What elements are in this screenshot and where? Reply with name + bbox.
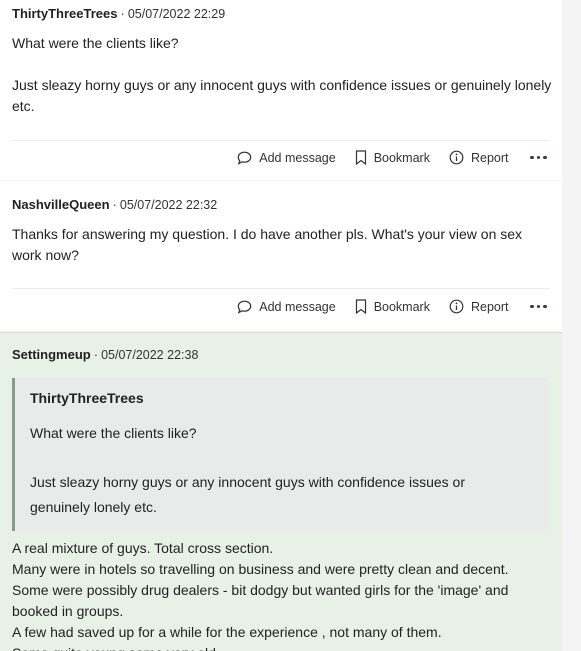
quote-text-line: genuinely lonely etc. — [30, 499, 157, 515]
divider — [12, 140, 550, 141]
bookmark-button[interactable]: Bookmark — [355, 150, 430, 165]
post-author[interactable]: NashvilleQueen — [12, 197, 110, 212]
post-text-line: A few had saved up for a while for the e… — [12, 624, 442, 640]
quote-author: ThirtyThreeTrees — [30, 390, 144, 406]
post-text-line: What were the clients like? — [12, 35, 179, 51]
quote-text-line: What were the clients like? — [30, 425, 197, 441]
report-button[interactable]: Report — [449, 299, 509, 314]
bookmark-icon — [355, 150, 366, 165]
chat-bubble-icon — [237, 151, 252, 165]
post-text-line: A real mixture of guys. Total cross sect… — [12, 540, 274, 556]
quote-text-line: Just sleazy horny guys or any innocent g… — [30, 474, 466, 490]
post-text-line: Some quite young some very old. — [12, 643, 552, 651]
add-message-button[interactable]: Add message — [237, 299, 336, 314]
post-date: 05/07/2022 22:32 — [119, 198, 218, 212]
add-message-button[interactable]: Add message — [237, 150, 336, 165]
post-body: A real mixture of guys. Total cross sect… — [12, 538, 552, 651]
info-circle-icon — [449, 150, 464, 165]
post-text-line: Thanks for answering my question. I do h… — [12, 226, 523, 263]
bookmark-button[interactable]: Bookmark — [355, 299, 430, 314]
report-button[interactable]: Report — [449, 150, 509, 165]
bookmark-icon — [355, 299, 366, 314]
post-author[interactable]: ThirtyThreeTrees — [12, 6, 118, 21]
post-actions: Add message Bookmark Report — [218, 299, 548, 314]
report-label: Report — [470, 150, 509, 165]
post: NashvilleQueen · 05/07/2022 22:32 Thanks f… — [0, 181, 562, 331]
post-date: 05/07/2022 22:29 — [127, 7, 226, 21]
post-meta: NashvilleQueen · 05/07/2022 22:32 — [12, 197, 218, 212]
post-text-line: Some were possibly drug dealers - bit do… — [12, 582, 509, 598]
info-circle-icon — [449, 299, 464, 314]
more-options-icon[interactable] — [529, 155, 549, 160]
add-message-label: Add message — [259, 150, 336, 165]
more-options-icon[interactable] — [529, 304, 549, 309]
scroll-gutter — [562, 0, 581, 651]
bookmark-label: Bookmark — [373, 299, 430, 314]
post-meta: ThirtyThreeTrees · 05/07/2022 22:29 — [12, 6, 226, 21]
post-text-line: Many were in hotels so travelling on bus… — [12, 561, 509, 577]
report-label: Report — [470, 299, 509, 314]
post-text-line: booked in groups. — [12, 603, 124, 619]
post-body: What were the clients like? Just sleazy … — [12, 33, 552, 117]
post-highlighted: Settingmeup · 05/07/2022 22:38 ThirtyThree… — [0, 332, 562, 651]
post-date: 05/07/2022 22:38 — [101, 348, 199, 362]
post-author[interactable]: Settingmeup — [12, 347, 91, 362]
divider — [12, 288, 550, 289]
post: ThirtyThreeTrees · 05/07/2022 22:29 What w… — [0, 0, 562, 180]
bookmark-label: Bookmark — [373, 150, 430, 165]
add-message-label: Add message — [259, 299, 336, 314]
post-meta: Settingmeup · 05/07/2022 22:38 — [12, 347, 199, 362]
post-body: Thanks for answering my question. I do h… — [12, 224, 552, 266]
quoted-message: ThirtyThreeTrees What were the clients l… — [12, 378, 548, 531]
post-text-line: Just sleazy horny guys or any innocent g… — [12, 77, 552, 114]
chat-bubble-icon — [237, 300, 252, 314]
post-actions: Add message Bookmark Report — [218, 150, 548, 165]
